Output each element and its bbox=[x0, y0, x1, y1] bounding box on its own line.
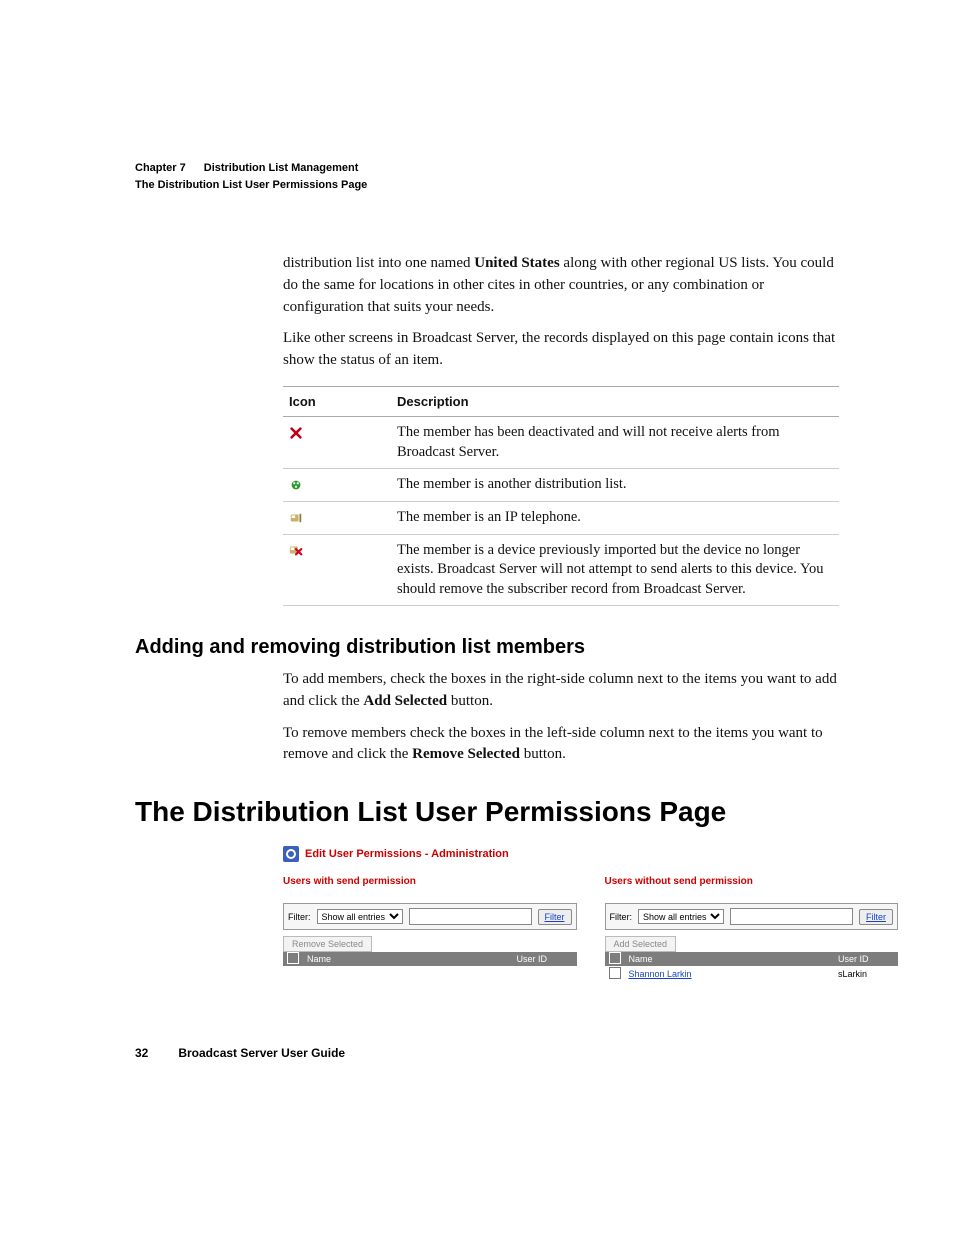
icon-cell bbox=[283, 501, 391, 534]
text-run: button. bbox=[520, 746, 566, 762]
permissions-screenshot: Edit User Permissions - Administration U… bbox=[283, 846, 753, 982]
missing-device-icon bbox=[289, 543, 303, 557]
pane-caption: Users without send permission bbox=[605, 876, 899, 887]
row-checkbox[interactable] bbox=[609, 967, 621, 979]
table-cell: The member is an IP telephone. bbox=[391, 501, 839, 534]
page-footer: 32 Broadcast Server User Guide bbox=[135, 1046, 345, 1060]
icon-description-table: Icon Description The member has been dea… bbox=[283, 386, 839, 606]
document-page: Chapter 7 Distribution List Management Th… bbox=[0, 0, 954, 1235]
page-title: The Distribution List User Permissions P… bbox=[135, 796, 839, 828]
table-row: The member is an IP telephone. bbox=[283, 501, 839, 534]
filter-button[interactable]: Filter bbox=[859, 909, 893, 925]
text-run: distribution list into one named bbox=[283, 255, 474, 271]
chapter-label: Chapter 7 bbox=[135, 162, 186, 174]
filter-select[interactable]: Show all entries bbox=[638, 909, 724, 924]
paragraph: To add members, check the boxes in the r… bbox=[283, 669, 839, 713]
screenshot-title: Edit User Permissions - Administration bbox=[305, 848, 509, 860]
pane-caption: Users with send permission bbox=[283, 876, 577, 887]
icon-cell bbox=[283, 417, 391, 469]
remove-selected-button[interactable]: Remove Selected bbox=[283, 936, 372, 952]
table-row: The member is another distribution list. bbox=[283, 469, 839, 502]
text-run-bold: United States bbox=[474, 255, 559, 271]
table-row: The member is a device previously import… bbox=[283, 534, 839, 606]
header-checkbox-cell bbox=[283, 952, 303, 966]
header-checkbox-cell bbox=[605, 952, 625, 966]
table-row: Shannon Larkin sLarkin bbox=[605, 966, 899, 982]
table-cell: The member is a device previously import… bbox=[391, 534, 839, 606]
filter-input[interactable] bbox=[730, 908, 853, 925]
filter-select[interactable]: Show all entries bbox=[317, 909, 403, 924]
header-user-id: User ID bbox=[513, 954, 577, 964]
page-number: 32 bbox=[135, 1046, 175, 1060]
paragraph: distribution list into one named United … bbox=[283, 253, 839, 318]
icon-cell bbox=[283, 469, 391, 502]
table-header: Name User ID bbox=[605, 952, 899, 966]
table-cell: The member is another distribution list. bbox=[391, 469, 839, 502]
row-checkbox-cell bbox=[605, 967, 625, 981]
paragraph: Like other screens in Broadcast Server, … bbox=[283, 328, 839, 372]
table-row: The member has been deactivated and will… bbox=[283, 417, 839, 469]
page-context: The Distribution List User Permissions P… bbox=[135, 177, 839, 194]
filter-label: Filter: bbox=[288, 912, 311, 922]
section-heading: Adding and removing distribution list me… bbox=[135, 636, 839, 659]
table-header-description: Description bbox=[391, 386, 839, 417]
deactivated-icon bbox=[289, 426, 303, 440]
table-cell: The member has been deactivated and will… bbox=[391, 417, 839, 469]
filter-button[interactable]: Filter bbox=[538, 909, 572, 925]
filter-input[interactable] bbox=[409, 908, 532, 925]
text-run: button. bbox=[447, 693, 493, 709]
pane-without-permission: Users without send permission Filter: Sh… bbox=[605, 876, 899, 982]
table-header-icon: Icon bbox=[283, 386, 391, 417]
filter-label: Filter: bbox=[610, 912, 633, 922]
paragraph: To remove members check the boxes in the… bbox=[283, 723, 839, 767]
body-column: distribution list into one named United … bbox=[283, 253, 839, 606]
running-header: Chapter 7 Distribution List Management Th… bbox=[135, 160, 839, 193]
text-run-bold: Remove Selected bbox=[412, 746, 520, 762]
icon-cell bbox=[283, 534, 391, 606]
filter-bar: Filter: Show all entries Filter bbox=[605, 903, 899, 930]
select-all-checkbox[interactable] bbox=[609, 952, 621, 964]
pane-with-permission: Users with send permission Filter: Show … bbox=[283, 876, 577, 982]
header-name: Name bbox=[625, 954, 835, 964]
permissions-page-icon bbox=[283, 846, 299, 862]
text-run-bold: Add Selected bbox=[363, 693, 447, 709]
body-column: To add members, check the boxes in the r… bbox=[283, 669, 839, 766]
ip-phone-icon bbox=[289, 511, 303, 525]
row-user-id: sLarkin bbox=[834, 969, 898, 979]
filter-bar: Filter: Show all entries Filter bbox=[283, 903, 577, 930]
distribution-list-icon bbox=[289, 478, 303, 492]
chapter-title: Distribution List Management bbox=[204, 162, 359, 174]
add-selected-button[interactable]: Add Selected bbox=[605, 936, 677, 952]
table-header: Name User ID bbox=[283, 952, 577, 966]
footer-doc-title: Broadcast Server User Guide bbox=[178, 1046, 345, 1060]
header-user-id: User ID bbox=[834, 954, 898, 964]
header-name: Name bbox=[303, 954, 513, 964]
select-all-checkbox[interactable] bbox=[287, 952, 299, 964]
row-name-link[interactable]: Shannon Larkin bbox=[625, 969, 835, 979]
